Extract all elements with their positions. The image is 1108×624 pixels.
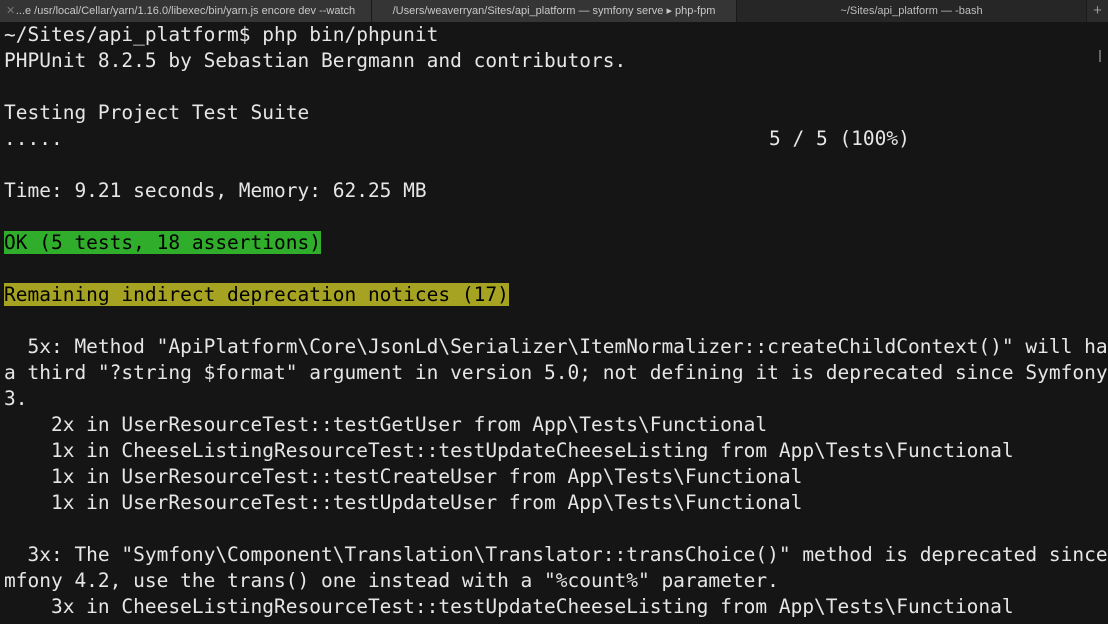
- deprecation-1-item: 2x in UserResourceTest::testGetUser from…: [4, 413, 768, 436]
- tab-bar: ✕ ...e /usr/local/Cellar/yarn/1.16.0/lib…: [0, 0, 1108, 23]
- tab-yarn-encore[interactable]: ✕ ...e /usr/local/Cellar/yarn/1.16.0/lib…: [0, 0, 372, 22]
- deprecation-1-line-2: a third "?string $format" argument in ve…: [4, 361, 1108, 384]
- scrollbar-indicator[interactable]: [1099, 50, 1101, 62]
- progress-line: ..... 5 / 5 (100%): [4, 126, 1108, 152]
- deprecation-1-item: 1x in UserResourceTest::testCreateUser f…: [4, 465, 803, 488]
- tab-bash-active[interactable]: ~/Sites/api_platform — -bash: [737, 0, 1087, 22]
- deprecation-2-item: 3x in CheeseListingResourceTest::testUpd…: [4, 595, 1014, 618]
- deprecation-2-line-1: 3x: The "Symfony\Component\Translation\T…: [4, 543, 1108, 566]
- tab-symfony-serve[interactable]: /Users/weaverryan/Sites/api_platform — s…: [372, 0, 737, 22]
- close-icon[interactable]: ✕: [6, 0, 15, 22]
- progress-count: 5 / 5 (100%): [769, 127, 910, 150]
- tab-label: ...e /usr/local/Cellar/yarn/1.16.0/libex…: [15, 5, 356, 17]
- phpunit-version-line: PHPUnit 8.2.5 by Sebastian Bergmann and …: [4, 49, 627, 72]
- tab-label: /Users/weaverryan/Sites/api_platform — s…: [392, 5, 716, 17]
- deprecation-2-line-2: mfony 4.2, use the trans() one instead w…: [4, 569, 779, 592]
- ok-result-line: OK (5 tests, 18 assertions): [4, 230, 1108, 256]
- ok-result-badge: OK (5 tests, 18 assertions): [4, 231, 321, 254]
- test-suite-line: Testing Project Test Suite: [4, 101, 310, 124]
- deprecation-1-item: 1x in CheeseListingResourceTest::testUpd…: [4, 439, 1014, 462]
- add-tab-button[interactable]: +: [1087, 0, 1108, 22]
- prompt-line: ~/Sites/api_platform$ php bin/phpunit: [4, 23, 439, 46]
- terminal-output[interactable]: ~/Sites/api_platform$ php bin/phpunit PH…: [0, 22, 1108, 624]
- deprecation-header-badge: Remaining indirect deprecation notices (…: [4, 283, 509, 306]
- deprecation-1-line-3: 3.: [4, 387, 28, 410]
- tab-label: ~/Sites/api_platform — -bash: [840, 5, 983, 17]
- deprecation-header-line: Remaining indirect deprecation notices (…: [4, 282, 1108, 308]
- deprecation-1-line-1: 5x: Method "ApiPlatform\Core\JsonLd\Seri…: [4, 335, 1108, 358]
- time-memory-line: Time: 9.21 seconds, Memory: 62.25 MB: [4, 179, 427, 202]
- progress-dots: .....: [4, 127, 63, 150]
- deprecation-1-item: 1x in UserResourceTest::testUpdateUser f…: [4, 491, 803, 514]
